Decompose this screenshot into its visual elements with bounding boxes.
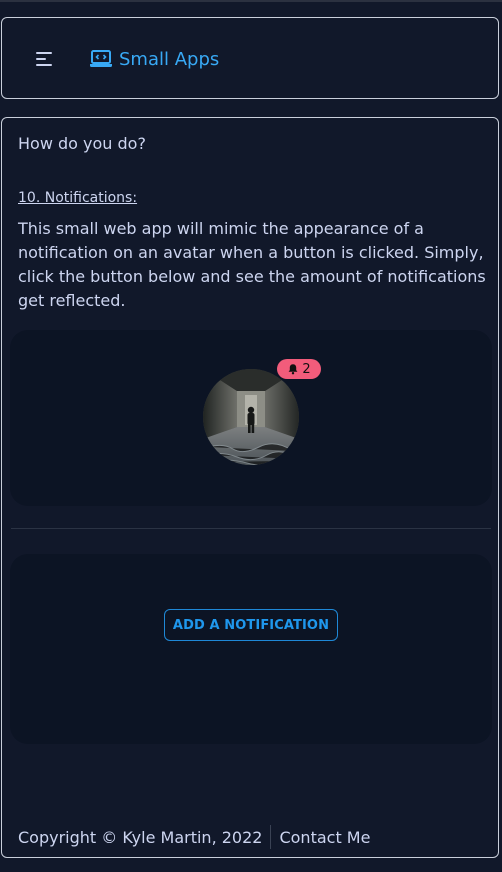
hamburger-icon[interactable] <box>36 52 54 66</box>
brand-label: Small Apps <box>119 48 220 70</box>
section-title-link[interactable]: 10. Notifications: <box>18 190 137 206</box>
notification-badge: 2 <box>277 359 321 379</box>
laptop-code-icon <box>90 50 112 67</box>
add-notification-button[interactable]: ADD A NOTIFICATION <box>164 609 338 641</box>
hamburger-line <box>36 52 52 54</box>
top-border <box>0 0 502 2</box>
brand-link[interactable]: Small Apps <box>89 46 219 72</box>
footer-divider <box>270 825 272 849</box>
greeting-text: How do you do? <box>18 134 146 153</box>
hamburger-line <box>36 58 46 60</box>
app-header <box>1 17 499 99</box>
hamburger-line <box>36 64 52 66</box>
notification-count: 2 <box>302 361 311 377</box>
section-divider <box>11 528 491 529</box>
footer: Copyright © Kyle Martin, 2022 Contact Me <box>18 825 370 849</box>
bell-icon <box>288 364 298 375</box>
app-description: This small web app will mimic the appear… <box>18 219 486 310</box>
copyright-text: Copyright © Kyle Martin, 2022 <box>18 827 263 847</box>
avatar[interactable] <box>203 369 299 465</box>
contact-link[interactable]: Contact Me <box>279 828 370 847</box>
button-card <box>10 554 492 744</box>
avatar-image <box>203 369 299 465</box>
